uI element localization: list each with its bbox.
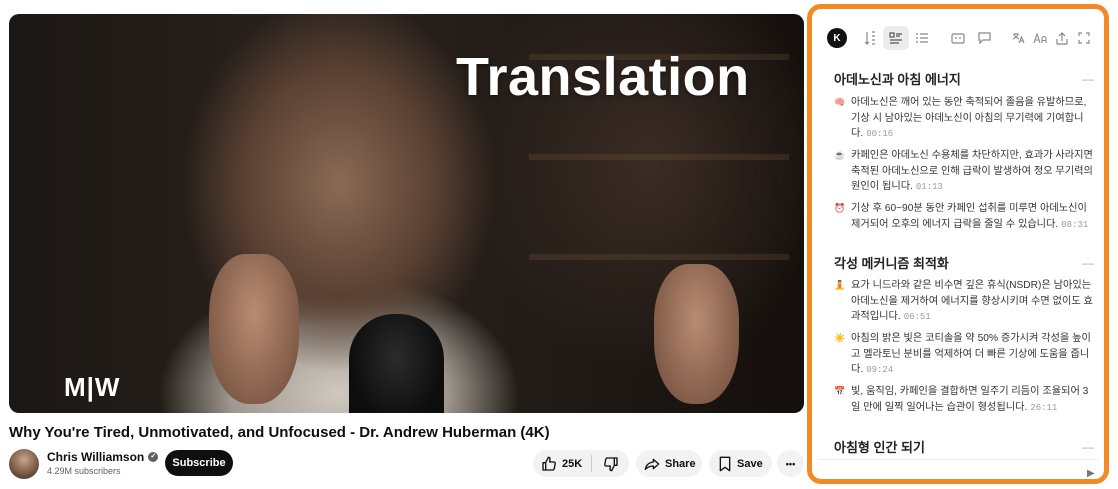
section-title: 아침형 인간 되기	[834, 440, 925, 455]
chat-icon[interactable]	[971, 26, 997, 50]
panel-divider	[818, 459, 1098, 460]
right-hand	[654, 264, 739, 404]
list-icon[interactable]	[909, 26, 935, 50]
translation-overlay-text: Translation	[456, 47, 750, 107]
like-dislike-group: 25K	[533, 450, 629, 477]
subtitle-icon[interactable]	[945, 26, 971, 50]
timestamp-link[interactable]: 01:13	[916, 182, 943, 192]
more-icon: •••	[785, 458, 796, 469]
video-title: Why You're Tired, Unmotivated, and Unfoc…	[9, 424, 550, 441]
timestamp-link[interactable]: 09:24	[866, 365, 893, 375]
background-shelf	[529, 154, 789, 160]
panel-toolbar: K	[823, 24, 1098, 52]
summary-text: 카페인은 아데노신 수용체를 차단하지만, 효과가 사라지면 축적된 아데노신으…	[851, 150, 1093, 193]
summary-text: 아데노신은 깨어 있는 동안 축적되어 졸음을 유발하므로, 기상 시 남아있는…	[851, 97, 1087, 140]
sort-icon[interactable]	[857, 26, 883, 50]
save-button[interactable]: Save	[709, 450, 772, 477]
channel-name-label[interactable]: Chris Williamson	[47, 450, 144, 464]
thumbs-up-icon	[541, 456, 557, 472]
section-title: 각성 메커니즘 최적화	[834, 256, 949, 271]
like-count: 25K	[562, 457, 583, 470]
save-label: Save	[737, 457, 763, 470]
thumbs-down-icon	[603, 456, 619, 472]
summary-icon[interactable]	[883, 26, 909, 50]
font-size-icon[interactable]	[1029, 26, 1051, 50]
export-icon[interactable]	[1051, 26, 1073, 50]
summary-item[interactable]: ☀️ 아침의 밝은 빛은 코티솔을 약 50% 증가시켜 각성을 높이고 멜라토…	[834, 331, 1096, 379]
alarm-clock-icon: ⏰	[834, 203, 846, 213]
summary-text: 아침의 밝은 빛은 코티솔을 약 50% 증가시켜 각성을 높이고 멜라토닌 분…	[851, 333, 1091, 376]
section-title: 아데노신과 아침 에너지	[834, 72, 961, 87]
summary-item[interactable]: ⏰ 기상 후 60~90분 동안 카페인 섭취를 미루면 아데노신이 제거되어 …	[834, 201, 1096, 233]
meditation-icon: 🧘	[834, 280, 846, 290]
send-icon[interactable]: ▶	[1087, 468, 1095, 479]
share-icon	[644, 456, 660, 472]
dislike-button[interactable]	[592, 450, 629, 477]
section-header[interactable]: 아데노신과 아침 에너지 —	[834, 69, 1094, 88]
summary-item[interactable]: ☕ 카페인은 아데노신 수용체를 차단하지만, 효과가 사라지면 축적된 아데노…	[834, 148, 1096, 196]
translate-icon[interactable]	[1007, 26, 1029, 50]
coffee-icon: ☕	[834, 150, 846, 160]
left-hand	[209, 254, 299, 404]
more-actions-button[interactable]: •••	[777, 450, 804, 477]
summary-text: 빛, 움직임, 카페인을 결합하면 일주기 리듬이 조율되어 3일 만에 일찍 …	[851, 386, 1089, 413]
summary-panel-content: K 아데노신과 아침 에너지 — 🧠 아데노신은 깨어 있는 동안 축적되어 졸…	[818, 17, 1098, 457]
timestamp-link[interactable]: 06:51	[904, 312, 931, 322]
collapse-icon[interactable]: —	[1082, 440, 1094, 454]
summary-item[interactable]: 🧠 아데노신은 깨어 있는 동안 축적되어 졸음을 유발하므로, 기상 시 남아…	[834, 95, 1096, 143]
summary-panel: K 아데노신과 아침 에너지 — 🧠 아데노신은 깨어 있는 동안 축적되어 졸…	[807, 4, 1109, 484]
background-shelf	[529, 254, 789, 260]
brain-icon: 🧠	[834, 97, 846, 107]
channel-avatar[interactable]	[9, 449, 39, 479]
collapse-icon[interactable]: —	[1082, 256, 1094, 270]
verified-icon: ✓	[148, 452, 159, 462]
timestamp-link[interactable]: 00:16	[866, 129, 893, 139]
channel-watermark: M|W	[64, 372, 121, 402]
microphone	[349, 314, 444, 413]
bookmark-icon	[718, 456, 732, 472]
share-label: Share	[665, 457, 696, 470]
timestamp-link[interactable]: 26:11	[1030, 403, 1057, 413]
section-header[interactable]: 각성 메커니즘 최적화 —	[834, 253, 1094, 272]
summary-item[interactable]: 🧘 요가 니드라와 같은 비수면 깊은 휴식(NSDR)은 남아있는 아데노신을…	[834, 278, 1096, 326]
sun-icon: ☀️	[834, 333, 846, 343]
fullscreen-icon[interactable]	[1073, 26, 1095, 50]
channel-name[interactable]: Chris Williamson ✓	[47, 450, 159, 464]
logo-icon[interactable]: K	[827, 28, 847, 48]
timestamp-link[interactable]: 08:31	[1061, 220, 1088, 230]
summary-text: 요가 니드라와 같은 비수면 깊은 휴식(NSDR)은 남아있는 아데노신을 제…	[851, 280, 1093, 323]
calendar-icon: 📅	[834, 386, 846, 396]
section-header[interactable]: 아침형 인간 되기 —	[834, 437, 1094, 456]
subscribe-button[interactable]: Subscribe	[165, 450, 233, 476]
summary-item[interactable]: 📅 빛, 움직임, 카페인을 결합하면 일주기 리듬이 조율되어 3일 만에 일…	[834, 384, 1096, 416]
subscriber-count: 4.29M subscribers	[47, 466, 121, 476]
like-button[interactable]: 25K	[533, 450, 591, 477]
collapse-icon[interactable]: —	[1082, 72, 1094, 86]
summary-text: 기상 후 60~90분 동안 카페인 섭취를 미루면 아데노신이 제거되어 오후…	[851, 203, 1089, 230]
video-player[interactable]: Translation M|W	[9, 14, 804, 413]
share-button[interactable]: Share	[636, 450, 702, 477]
